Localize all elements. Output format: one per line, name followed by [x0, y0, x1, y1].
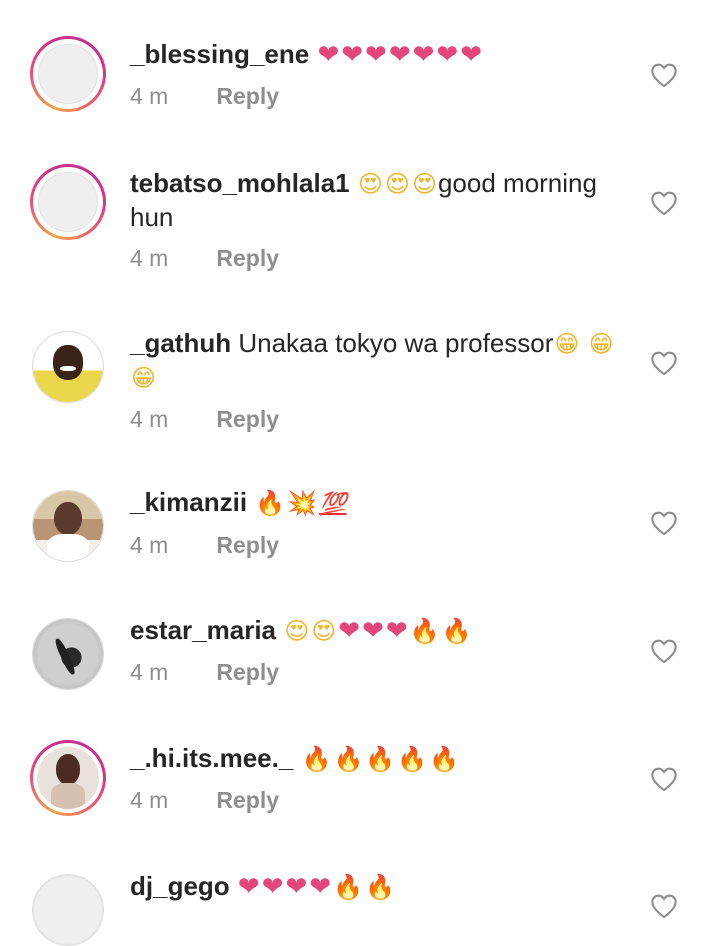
like-button[interactable]	[650, 62, 678, 88]
heart-emoji: ❤	[436, 40, 459, 70]
grin-emoji: 😁	[588, 330, 614, 358]
like-button[interactable]	[650, 638, 678, 664]
fire-emoji: 🔥	[333, 873, 363, 901]
heart-outline-icon	[651, 351, 677, 376]
comment-time: 4 m	[130, 406, 169, 432]
avatar[interactable]	[30, 164, 106, 240]
heart-outline-icon	[651, 767, 677, 792]
heart-outline-icon	[651, 511, 677, 536]
fire-emoji: 🔥	[409, 617, 440, 645]
comment-username[interactable]: tebatso_mohlala1	[130, 168, 350, 198]
comment-username[interactable]: _.hi.its.mee._	[130, 743, 293, 773]
fire-emoji: 🔥	[301, 745, 332, 773]
heart-eyes-emoji: 😍	[357, 170, 383, 198]
heart-eyes-emoji: 😍	[411, 170, 437, 198]
avatar[interactable]	[32, 331, 104, 403]
heart-emoji: ❤	[341, 40, 364, 70]
heart-emoji: ❤	[362, 616, 384, 646]
like-button[interactable]	[650, 190, 678, 216]
fire-emoji: 🔥	[365, 745, 396, 773]
heart-emoji: ❤	[237, 872, 260, 902]
heart-emoji: ❤	[285, 872, 308, 902]
heart-outline-icon	[651, 63, 677, 88]
fire-emoji: 🔥	[397, 745, 428, 773]
heart-emoji: ❤	[460, 40, 483, 70]
comment-time: 4 m	[130, 787, 169, 813]
reply-button[interactable]: Reply	[216, 532, 279, 558]
heart-outline-icon	[651, 191, 677, 216]
grin-emoji: 😁	[131, 364, 157, 392]
heart-emoji: ❤	[309, 872, 332, 902]
grin-emoji: 😁	[554, 330, 580, 358]
like-button[interactable]	[650, 350, 678, 376]
comment-username[interactable]: _gathuh	[130, 328, 231, 358]
heart-outline-icon	[651, 639, 677, 664]
heart-outline-icon	[651, 894, 677, 919]
heart-emoji: ❤	[317, 40, 340, 70]
fire-emoji: 🔥	[429, 745, 459, 773]
heart-emoji: ❤	[385, 616, 408, 646]
fire-emoji: 🔥	[333, 745, 364, 773]
reply-button[interactable]: Reply	[216, 245, 279, 271]
avatar[interactable]	[32, 874, 104, 946]
avatar[interactable]	[30, 740, 106, 816]
like-button[interactable]	[650, 510, 678, 536]
collision-emoji: 💥	[287, 489, 318, 517]
avatar[interactable]	[30, 36, 106, 112]
comment-text: Unakaa tokyo wa professor	[238, 328, 554, 358]
hundred-points-emoji: 💯	[319, 492, 347, 517]
comment-time: 4 m	[130, 83, 169, 109]
heart-emoji: ❤	[388, 40, 411, 70]
comment-time: 4 m	[130, 532, 169, 558]
avatar[interactable]	[32, 490, 104, 562]
like-button[interactable]	[650, 766, 678, 792]
heart-emoji: ❤	[365, 40, 387, 70]
heart-eyes-emoji: 😍	[311, 617, 337, 645]
comment-time: 4 m	[130, 245, 169, 271]
like-button[interactable]	[650, 893, 678, 919]
fire-emoji: 🔥	[364, 873, 395, 901]
fire-emoji: 🔥	[255, 489, 286, 517]
comment-time: 4 m	[130, 659, 169, 685]
reply-button[interactable]: Reply	[216, 83, 279, 109]
comment-username[interactable]: estar_maria	[130, 615, 276, 645]
reply-button[interactable]: Reply	[216, 659, 279, 685]
heart-emoji: ❤	[412, 40, 435, 70]
reply-button[interactable]: Reply	[216, 406, 279, 432]
comment-username[interactable]: _blessing_ene	[130, 39, 309, 69]
comment-username[interactable]: dj_gego	[130, 871, 230, 901]
heart-emoji: ❤	[338, 616, 361, 646]
avatar[interactable]	[32, 618, 104, 690]
heart-eyes-emoji: 😍	[284, 617, 310, 645]
heart-eyes-emoji: 😍	[384, 170, 410, 198]
comment-username[interactable]: _kimanzii	[130, 487, 247, 517]
fire-emoji: 🔥	[441, 617, 472, 645]
heart-emoji: ❤	[261, 872, 284, 902]
reply-button[interactable]: Reply	[216, 787, 279, 813]
